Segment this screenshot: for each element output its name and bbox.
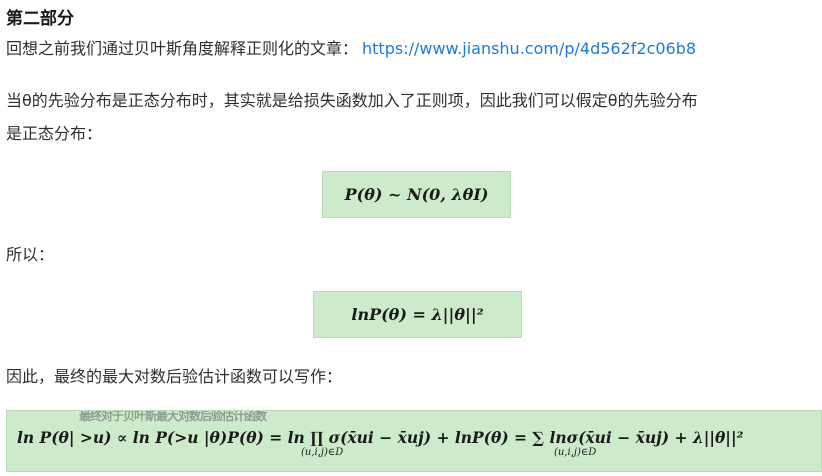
formula-prior-normal: P(θ) ~ N(0, λθI) [322, 171, 511, 218]
formula-final-expression: ln P(θ| >u) ∝ ln P(>u |θ)P(θ) = ln ∏ σ(x… [17, 427, 744, 447]
formula-log-prior-text: lnP(θ) = λ||θ||² [351, 305, 484, 324]
formula-log-prior: lnP(θ) = λ||θ||² [313, 291, 522, 338]
product-subscript: (u,i,j)∈D [301, 447, 344, 458]
recall-text: 回想之前我们通过贝叶斯角度解释正则化的文章： [6, 39, 359, 58]
final-paragraph: 因此，最终的最大对数后验估计函数可以写作： [6, 367, 343, 386]
formula-final-map: 最终对于贝叶斯最大对数后验估计函数 ln P(θ| >u) ∝ ln P(>u … [6, 410, 822, 472]
section-title: 第二部分 [6, 9, 74, 29]
formula-prior-text: P(θ) ~ N(0, λθI) [344, 185, 489, 204]
article-link[interactable]: https://www.jianshu.com/p/4d562f2c06b8 [362, 39, 696, 58]
recall-paragraph: 回想之前我们通过贝叶斯角度解释正则化的文章： https://www.jiansh… [6, 36, 696, 62]
prior-paragraph-line-2: 是正态分布： [6, 124, 103, 143]
sum-subscript: (u,i,j)∈D [554, 447, 597, 458]
prior-paragraph-line-1: 当θ的先验分布是正态分布时，其实就是给损失函数加入了正则项，因此我们可以假定θ的… [6, 91, 698, 110]
formula-ghost-text: 最终对于贝叶斯最大对数后验估计函数 [79, 410, 267, 423]
so-paragraph: 所以： [6, 245, 55, 264]
